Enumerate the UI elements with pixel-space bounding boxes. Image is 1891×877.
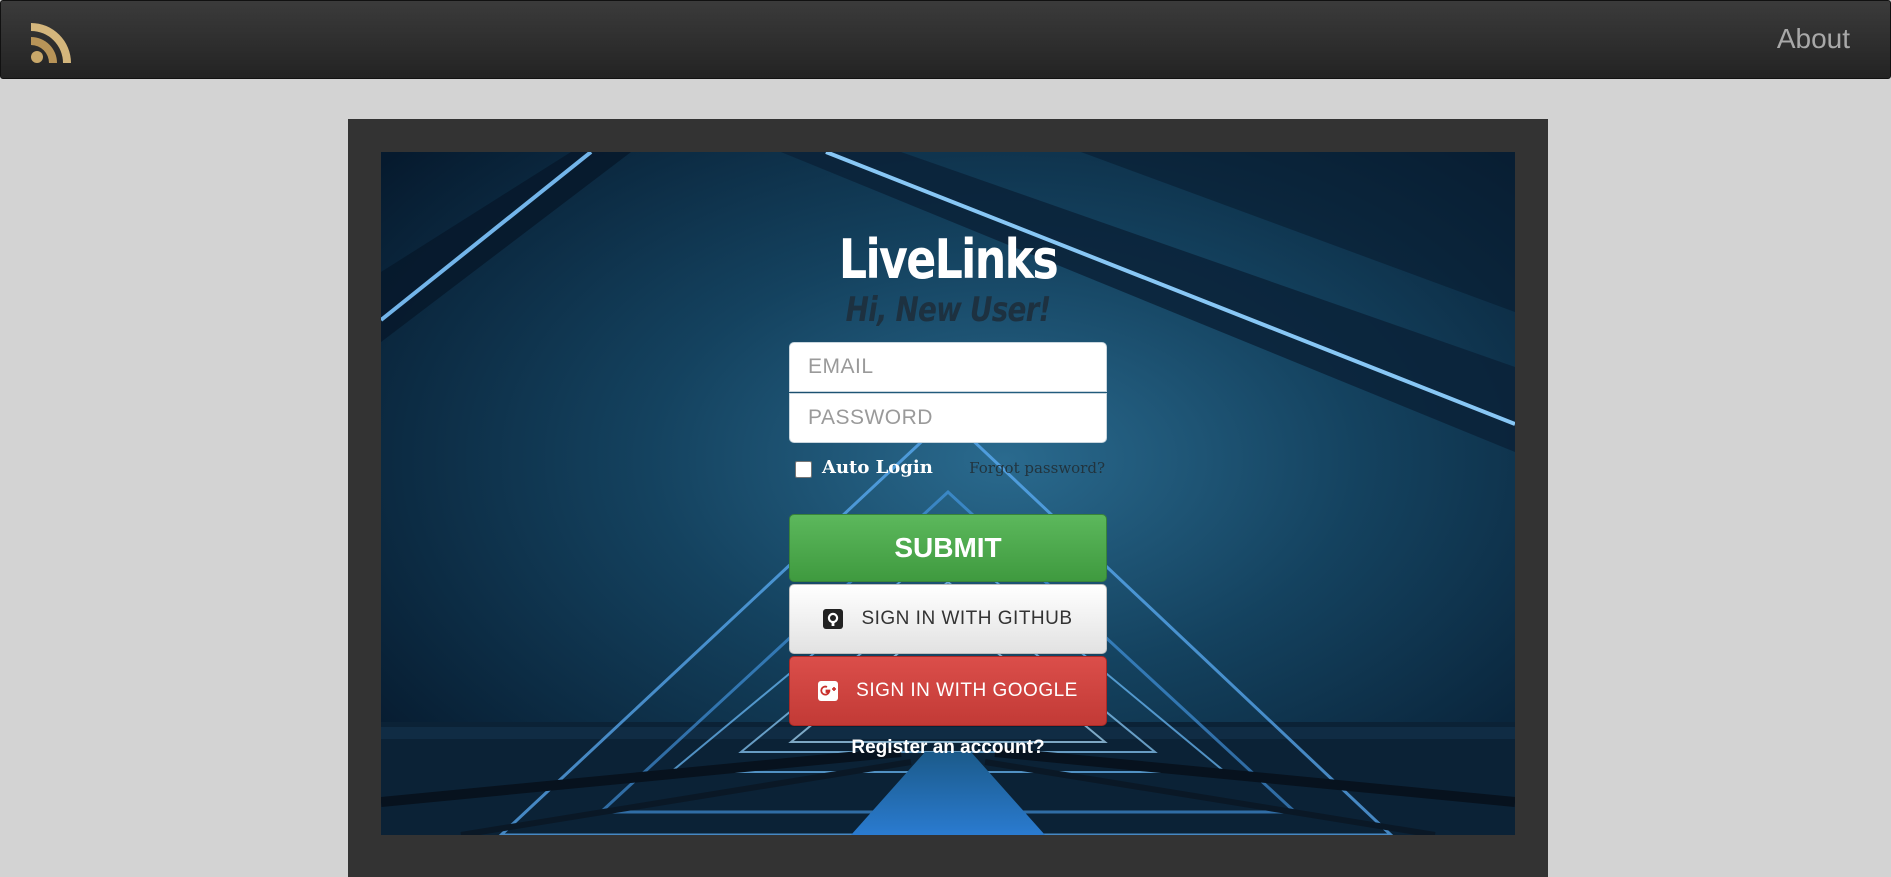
password-field[interactable]	[789, 393, 1107, 443]
about-link[interactable]: About	[1777, 23, 1850, 55]
google-signin-label: SIGN IN WITH GOOGLE	[856, 680, 1078, 701]
github-icon	[823, 609, 844, 629]
auto-login-row: Auto Login Forgot password?	[789, 455, 1107, 483]
auto-login-checkbox[interactable]	[795, 461, 812, 478]
github-signin-label: SIGN IN WITH GITHUB	[861, 608, 1073, 629]
navbar: About	[0, 0, 1891, 79]
google-signin-button[interactable]: SIGN IN WITH GOOGLE	[789, 656, 1107, 726]
auto-login-label[interactable]: Auto Login	[822, 457, 933, 478]
greeting-text: Hi, New User!	[845, 290, 1052, 330]
forgot-password-link[interactable]: Forgot password?	[969, 459, 1105, 477]
login-frame: LiveLinks Hi, New User! Auto Login Forgo…	[348, 119, 1548, 877]
submit-label: SUBMIT	[894, 532, 1002, 563]
app-title: LiveLinks	[838, 228, 1059, 291]
github-signin-button[interactable]: SIGN IN WITH GITHUB	[789, 584, 1107, 654]
login-panel: LiveLinks Hi, New User! Auto Login Forgo…	[381, 152, 1515, 835]
email-field[interactable]	[789, 342, 1107, 392]
register-link[interactable]: Register an account?	[381, 737, 1515, 759]
google-plus-icon	[818, 681, 839, 701]
submit-button[interactable]: SUBMIT	[789, 514, 1107, 582]
rss-feed-logo-icon[interactable]	[29, 21, 73, 65]
